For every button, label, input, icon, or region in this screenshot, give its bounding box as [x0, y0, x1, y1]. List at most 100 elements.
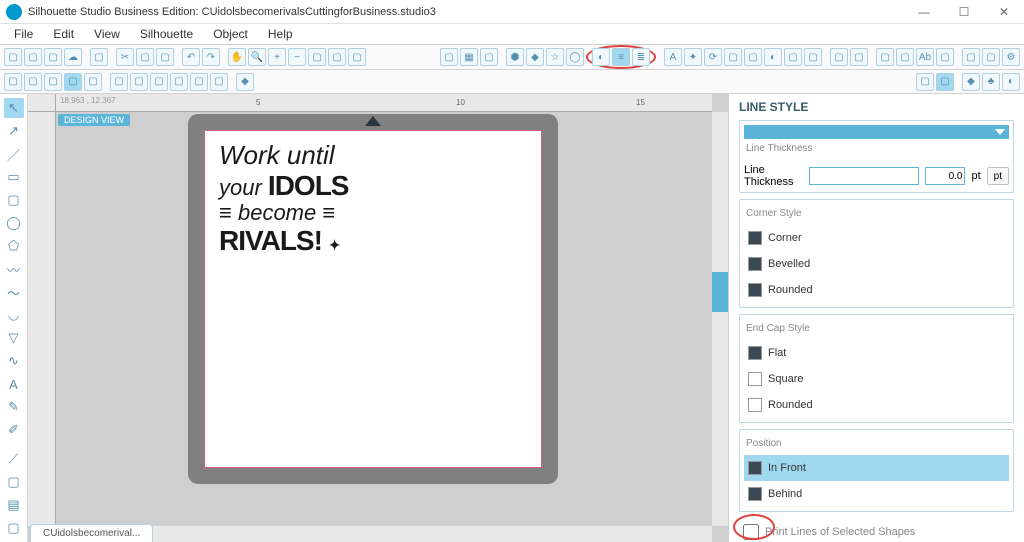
undo-button[interactable]: ↶	[182, 48, 200, 66]
regular-poly-tool[interactable]: ▽	[4, 328, 24, 348]
trace-button[interactable]: ▢	[830, 48, 848, 66]
group-button[interactable]: ▢	[64, 73, 82, 91]
menu-help[interactable]: Help	[258, 25, 303, 43]
close-button[interactable]: ✕	[984, 0, 1024, 24]
modify-button[interactable]: ▢	[190, 73, 208, 91]
draw-note-tool[interactable]: ✐	[4, 420, 24, 440]
send-button[interactable]: ▢	[962, 48, 980, 66]
curve-tool[interactable]: 〰	[4, 259, 24, 279]
note-tool[interactable]: ✎	[4, 397, 24, 417]
open-button[interactable]: ▢	[24, 48, 42, 66]
cut-button[interactable]: ✂	[116, 48, 134, 66]
scale-button[interactable]: ▢	[744, 48, 762, 66]
endcap-flat[interactable]: Flat	[744, 340, 1009, 366]
design-store-button[interactable]: ◐	[1002, 73, 1020, 91]
line-thickness-slider[interactable]	[809, 167, 919, 185]
cloud-button[interactable]: ☁	[64, 48, 82, 66]
pixscan-button[interactable]: ▢	[850, 48, 868, 66]
menu-view[interactable]: View	[84, 25, 130, 43]
deselect-button[interactable]: ▢	[24, 73, 42, 91]
ungroup-button[interactable]: ▢	[84, 73, 102, 91]
zoom-in-button[interactable]: +	[268, 48, 286, 66]
unit-toggle-button[interactable]: pt	[987, 167, 1009, 185]
fit-button[interactable]: ▢	[308, 48, 326, 66]
eraser-tool[interactable]: ▢	[4, 472, 24, 492]
menu-edit[interactable]: Edit	[43, 25, 84, 43]
design-page[interactable]: Work until your IDOLS ≡ become ≡ RIVALS!…	[204, 130, 542, 468]
library-tool[interactable]: ▤	[4, 495, 24, 515]
minimize-button[interactable]: —	[904, 0, 944, 24]
smooth-tool[interactable]: ∿	[4, 351, 24, 371]
line-color-button[interactable]: ◐	[592, 48, 610, 66]
grid-button[interactable]: ▦	[460, 48, 478, 66]
tiling-button[interactable]: ▢	[916, 73, 934, 91]
endcap-square[interactable]: Square	[744, 366, 1009, 392]
paste-button[interactable]: ▢	[156, 48, 174, 66]
offset-button[interactable]: ◐	[764, 48, 782, 66]
zoom-out-button[interactable]: −	[288, 48, 306, 66]
patterns-dropdown[interactable]	[744, 125, 1009, 139]
redo-button[interactable]: ↷	[202, 48, 220, 66]
horizontal-scrollbar[interactable]	[56, 526, 712, 542]
line-tool[interactable]: ／	[4, 144, 24, 164]
arc-tool[interactable]: ◡	[4, 305, 24, 325]
barcode-button[interactable]: ▢	[896, 48, 914, 66]
shapes-tool[interactable]: ▢	[4, 518, 24, 538]
save-button[interactable]: ▢	[44, 48, 62, 66]
polygon-tool[interactable]: ⬠	[4, 236, 24, 256]
cut-settings-button[interactable]: ▢	[982, 48, 1000, 66]
artwork-text[interactable]: Work until your IDOLS ≡ become ≡ RIVALS!…	[219, 141, 348, 256]
menu-silhouette[interactable]: Silhouette	[130, 25, 203, 43]
line-weight-button[interactable]: ≣	[632, 48, 650, 66]
corner-style-bevelled[interactable]: Bevelled	[744, 251, 1009, 277]
document-tab[interactable]: CUidolsbecomerival...	[30, 524, 153, 542]
reg-marks-button[interactable]: ▢	[480, 48, 498, 66]
layers-button[interactable]: ▢	[876, 48, 894, 66]
rounded-rect-tool[interactable]: ▢	[4, 190, 24, 210]
print-lines-checkbox[interactable]	[743, 524, 759, 540]
compound-button[interactable]: ▢	[150, 73, 168, 91]
pan-button[interactable]: ✋	[228, 48, 246, 66]
fill-gradient-button[interactable]: ◆	[526, 48, 544, 66]
drag-zoom-button[interactable]: ▢	[348, 48, 366, 66]
endcap-rounded[interactable]: Rounded	[744, 392, 1009, 418]
transform-button[interactable]: ✦	[684, 48, 702, 66]
store-button[interactable]: ♣	[982, 73, 1000, 91]
menu-file[interactable]: File	[4, 25, 43, 43]
rectangle-tool[interactable]: ▭	[4, 167, 24, 187]
shadow-button[interactable]: ◆	[236, 73, 254, 91]
release-button[interactable]: ▢	[170, 73, 188, 91]
corner-style-corner[interactable]: Corner	[744, 225, 1009, 251]
select-all-button[interactable]: ▢	[4, 73, 22, 91]
select-tool[interactable]: ↖	[4, 98, 24, 118]
preferences-button[interactable]: ⚙	[1002, 48, 1020, 66]
rhinestone-button[interactable]: Ab	[916, 48, 934, 66]
fill-image-button[interactable]: ◯	[566, 48, 584, 66]
weld-button[interactable]: ▢	[110, 73, 128, 91]
detach-button[interactable]: ▢	[130, 73, 148, 91]
maximize-button[interactable]: ☐	[944, 0, 984, 24]
corner-style-rounded[interactable]: Rounded	[744, 277, 1009, 303]
line-thickness-value[interactable]	[925, 167, 965, 185]
menu-object[interactable]: Object	[203, 25, 258, 43]
new-button[interactable]: ▢	[4, 48, 22, 66]
replicate-button[interactable]: ▢	[784, 48, 802, 66]
edit-points-tool[interactable]: ↗	[4, 121, 24, 141]
print-button[interactable]: ▢	[90, 48, 108, 66]
fill-pattern-button[interactable]: ☆	[546, 48, 564, 66]
ellipse-tool[interactable]: ◯	[4, 213, 24, 233]
vertical-scrollbar[interactable]	[712, 112, 728, 526]
position-behind[interactable]: Behind	[744, 481, 1009, 507]
page-setup-button[interactable]: ▢	[440, 48, 458, 66]
zoom-button[interactable]: 🔍	[248, 48, 266, 66]
sketch-button[interactable]: ▢	[936, 48, 954, 66]
freehand-tool[interactable]: 〜	[4, 282, 24, 302]
crop-button[interactable]: ▢	[210, 73, 228, 91]
canvas-area[interactable]: 5 10 15 18.963 , 12.367 DESIGN VIEW Work…	[28, 94, 728, 542]
knife-tool[interactable]: ⟋	[4, 449, 24, 469]
fill-solid-button[interactable]: ⬢	[506, 48, 524, 66]
library-button[interactable]: ◆	[962, 73, 980, 91]
nesting-button[interactable]: ▢	[804, 48, 822, 66]
weeding-button[interactable]: ▢	[936, 73, 954, 91]
line-style-button[interactable]: ≡	[612, 48, 630, 66]
